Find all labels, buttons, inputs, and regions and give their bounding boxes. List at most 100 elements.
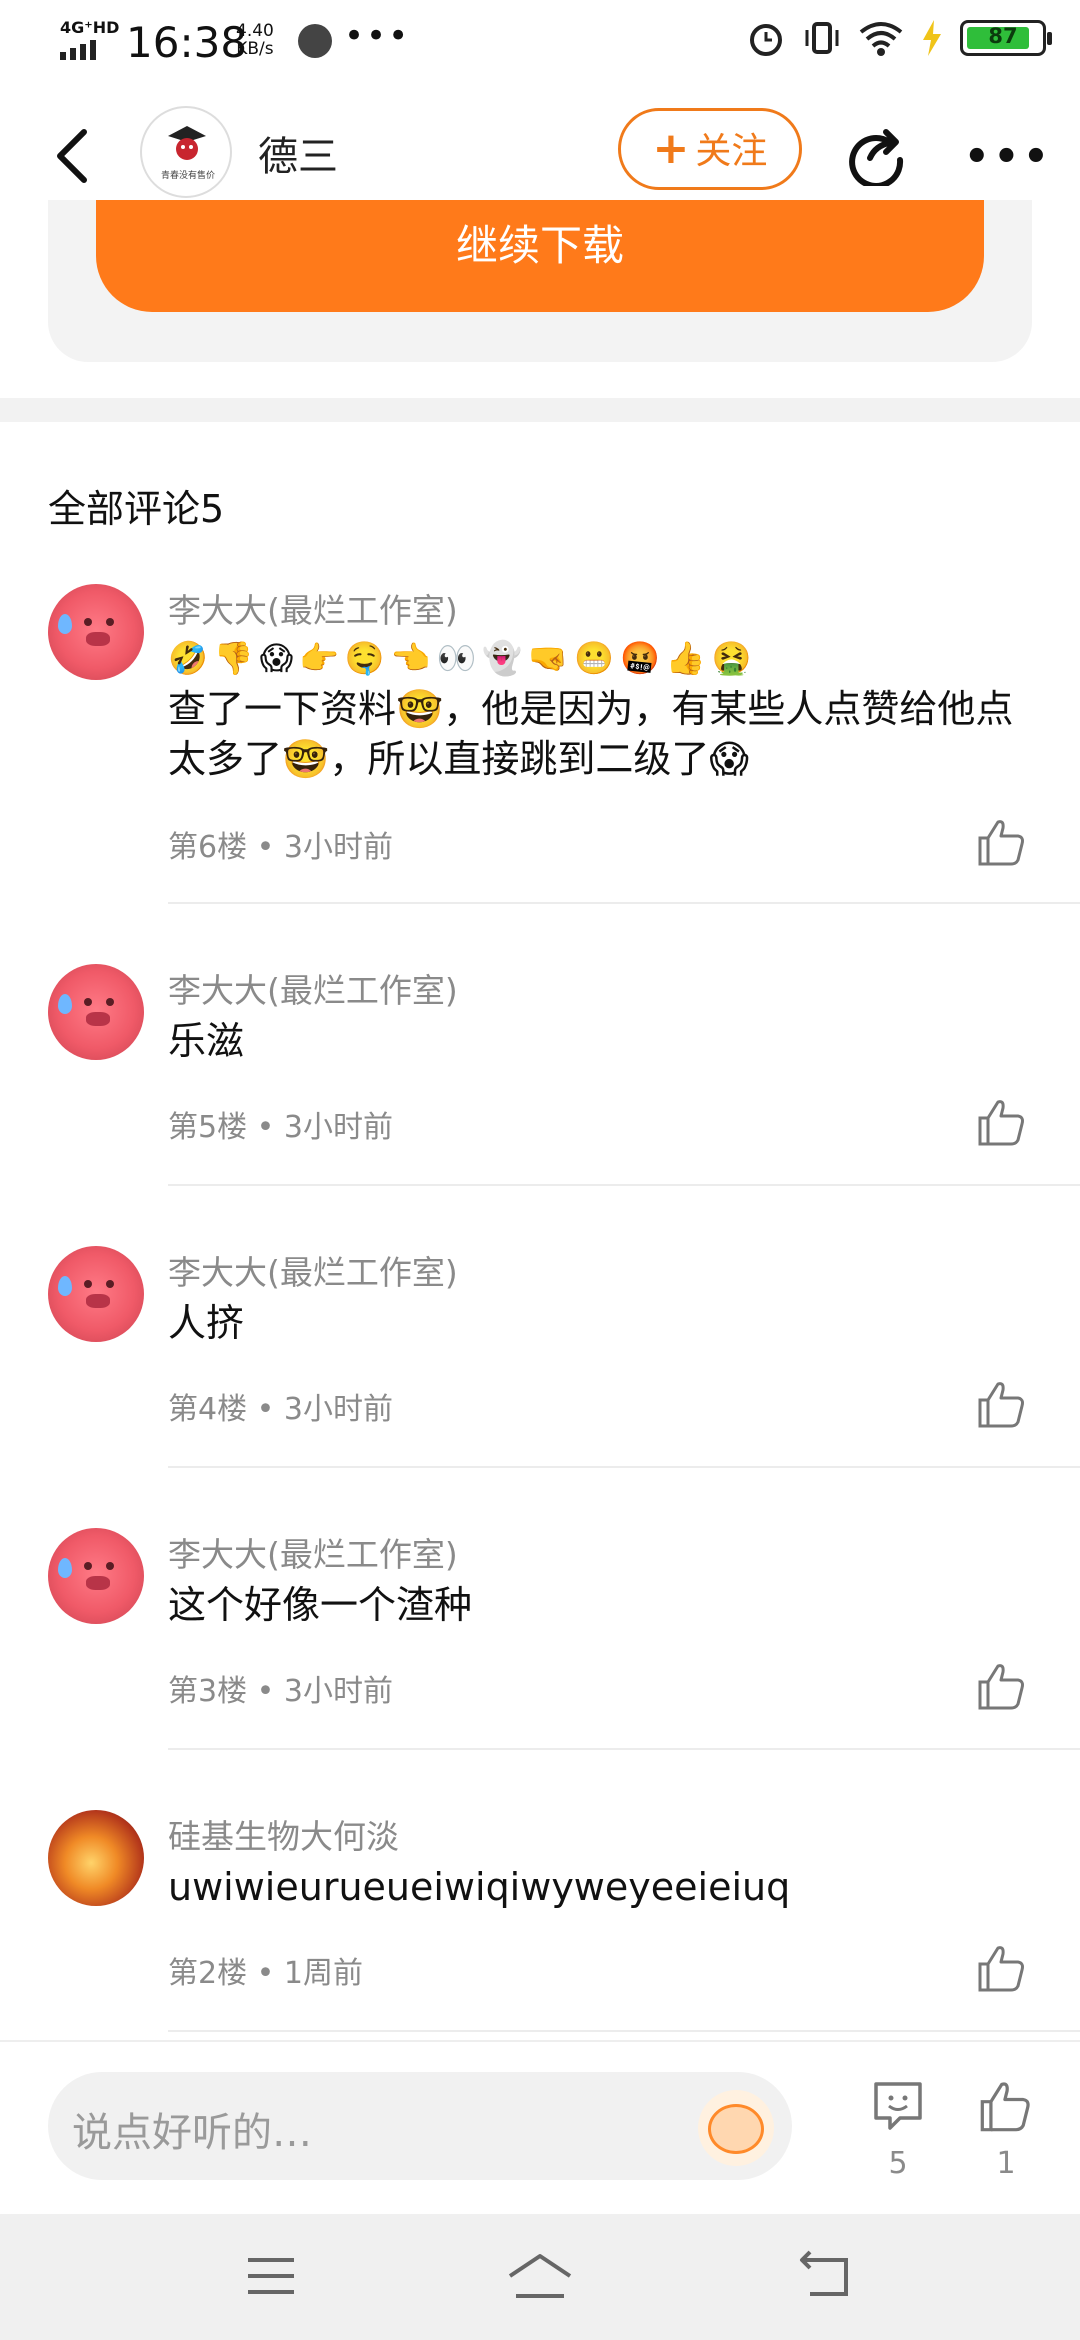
commenter-name[interactable]: 李大大(最烂工作室) <box>168 964 458 1012</box>
status-more-icon: ••• <box>344 16 411 56</box>
emoji: 👈 <box>390 639 431 677</box>
app-notification-icon <box>298 24 332 58</box>
comment-like-button[interactable] <box>976 1378 1028 1430</box>
follow-label: 关注 <box>695 131 768 172</box>
network-speed: 4.40 KB/s <box>236 22 274 58</box>
comment-emoji-line: 🤣 👎 😱 👉 🤤 👈 👀 👻 🤜 😬 🤬 👍 🤮 <box>168 634 751 682</box>
author-avatar[interactable]: 青春没有售价 <box>140 106 232 198</box>
comment-item: 李大大(最烂工作室) 乐滋 第5楼 • 3小时前 <box>0 964 1080 1246</box>
commenter-name[interactable]: 李大大(最烂工作室) <box>168 1528 458 1576</box>
comment-divider <box>168 1466 1080 1468</box>
thumbs-up-icon <box>978 1946 1024 1992</box>
battery-level: 87 <box>988 24 1018 48</box>
commenter-avatar[interactable] <box>48 1528 144 1624</box>
comment-input-placeholder: 说点好听的… <box>72 2110 312 2156</box>
home-icon <box>508 2254 572 2298</box>
mascot-emoji-button[interactable] <box>698 2090 774 2166</box>
thumbs-up-icon <box>978 820 1024 866</box>
menu-icon <box>248 2258 294 2294</box>
comment-item: 李大大(最烂工作室) 人挤 第4楼 • 3小时前 <box>0 1246 1080 1528</box>
emoji: 👍 <box>665 639 706 677</box>
battery-icon: 87 <box>960 20 1052 56</box>
avatar-logo-icon <box>168 126 206 160</box>
commenter-avatar[interactable] <box>48 1810 144 1906</box>
vibrate-icon <box>805 22 839 54</box>
back-arrow-icon <box>57 129 87 183</box>
mascot-face-icon <box>708 2104 764 2154</box>
emoji: 👎 <box>213 639 254 677</box>
comments-button[interactable] <box>870 2078 926 2134</box>
commenter-avatar[interactable] <box>48 584 144 680</box>
section-separator <box>0 398 1080 422</box>
emoji: 🤬 <box>619 639 660 677</box>
comment-text: uwiwieurueueiwiqiwyweyeeieiuq <box>168 1865 791 1909</box>
plus-icon: + <box>652 123 690 174</box>
network-indicator: 4G⁺HD <box>60 18 120 37</box>
comment-divider <box>168 902 1080 904</box>
emoji: 👀 <box>436 639 477 677</box>
comment-text: 这个好像一个渣种 <box>168 1583 473 1627</box>
comment-like-button[interactable] <box>976 816 1028 868</box>
comment-input-bar: 说点好听的… 5 1 <box>0 2040 1080 2216</box>
nav-menu-button[interactable] <box>246 2252 296 2300</box>
return-icon <box>800 2250 848 2296</box>
comment-meta: 第4楼 • 3小时前 <box>168 1392 393 1427</box>
comment-like-button[interactable] <box>976 1096 1028 1148</box>
comment-divider <box>168 2030 1080 2032</box>
comment-item: 李大大(最烂工作室) 这个好像一个渣种 第3楼 • 3小时前 <box>0 1528 1080 1810</box>
comment-bubble-icon <box>874 2082 922 2130</box>
thumbs-up-icon <box>978 1382 1024 1428</box>
nav-back-button[interactable] <box>796 2250 852 2300</box>
signal-icon <box>60 40 110 64</box>
thumbs-up-icon <box>978 1664 1024 1710</box>
avatar-caption: 青春没有售价 <box>160 171 215 181</box>
like-button[interactable] <box>978 2078 1034 2134</box>
status-right-icons: 87 <box>746 18 1052 58</box>
comment-meta: 第3楼 • 3小时前 <box>168 1674 393 1709</box>
comment-count: 5 <box>888 2146 908 2181</box>
comment-meta: 第6楼 • 3小时前 <box>168 830 393 865</box>
comment-input[interactable]: 说点好听的… <box>48 2072 792 2180</box>
nav-home-button[interactable] <box>506 2250 574 2302</box>
alarm-icon <box>750 24 782 56</box>
comment-divider <box>168 1184 1080 1186</box>
share-icon <box>849 129 904 189</box>
back-button[interactable] <box>50 124 98 188</box>
status-time: 16:38 <box>126 18 248 67</box>
emoji: 🤜 <box>528 639 569 677</box>
emoji: 🤤 <box>344 639 385 677</box>
emoji: 🤣 <box>168 639 208 677</box>
continue-download-button[interactable]: 继续下载 <box>96 200 984 312</box>
share-button[interactable] <box>844 122 908 189</box>
speed-value: 4.40 <box>236 21 274 41</box>
emoji: 👉 <box>299 639 339 677</box>
speed-unit: KB/s <box>236 39 274 59</box>
comment-text: 人挤 <box>168 1301 245 1345</box>
commenter-name[interactable]: 李大大(最烂工作室) <box>168 1246 458 1294</box>
like-count: 1 <box>996 2146 1016 2181</box>
comment-text: 查了一下资料🤓，他是因为，有某些人点赞给他点太多了🤓，所以直接跳到二级了😱 <box>168 687 1014 781</box>
thumbs-up-icon <box>978 1100 1024 1146</box>
comment-item: 李大大(最烂工作室) 🤣 👎 😱 👉 🤤 👈 👀 👻 🤜 😬 🤬 👍 🤮 查了一… <box>0 584 1080 904</box>
system-nav-bar <box>0 2214 1080 2340</box>
comment-divider <box>168 1748 1080 1750</box>
commenter-name[interactable]: 李大大(最烂工作室) <box>168 584 458 632</box>
comment-like-button[interactable] <box>976 1660 1028 1712</box>
comment-meta: 第5楼 • 3小时前 <box>168 1110 393 1145</box>
commenter-avatar[interactable] <box>48 964 144 1060</box>
follow-button[interactable]: + 关注 <box>618 108 802 190</box>
comments-title: 全部评论5 <box>48 487 225 531</box>
more-options-button[interactable]: ••• <box>964 134 1053 180</box>
wifi-icon <box>859 22 903 56</box>
charging-icon <box>923 20 941 56</box>
comment-meta: 第2楼 • 1周前 <box>168 1956 363 1991</box>
emoji: 👻 <box>482 639 523 677</box>
thumbs-up-icon <box>980 2082 1030 2132</box>
emoji: 😱 <box>259 639 294 677</box>
comment-like-button[interactable] <box>976 1942 1028 1994</box>
comment-text: 乐滋 <box>168 1019 245 1063</box>
emoji: 🤮 <box>711 639 752 677</box>
commenter-name[interactable]: 硅基生物大何淡 <box>168 1810 399 1858</box>
author-name[interactable]: 德三 <box>258 124 338 182</box>
commenter-avatar[interactable] <box>48 1246 144 1342</box>
